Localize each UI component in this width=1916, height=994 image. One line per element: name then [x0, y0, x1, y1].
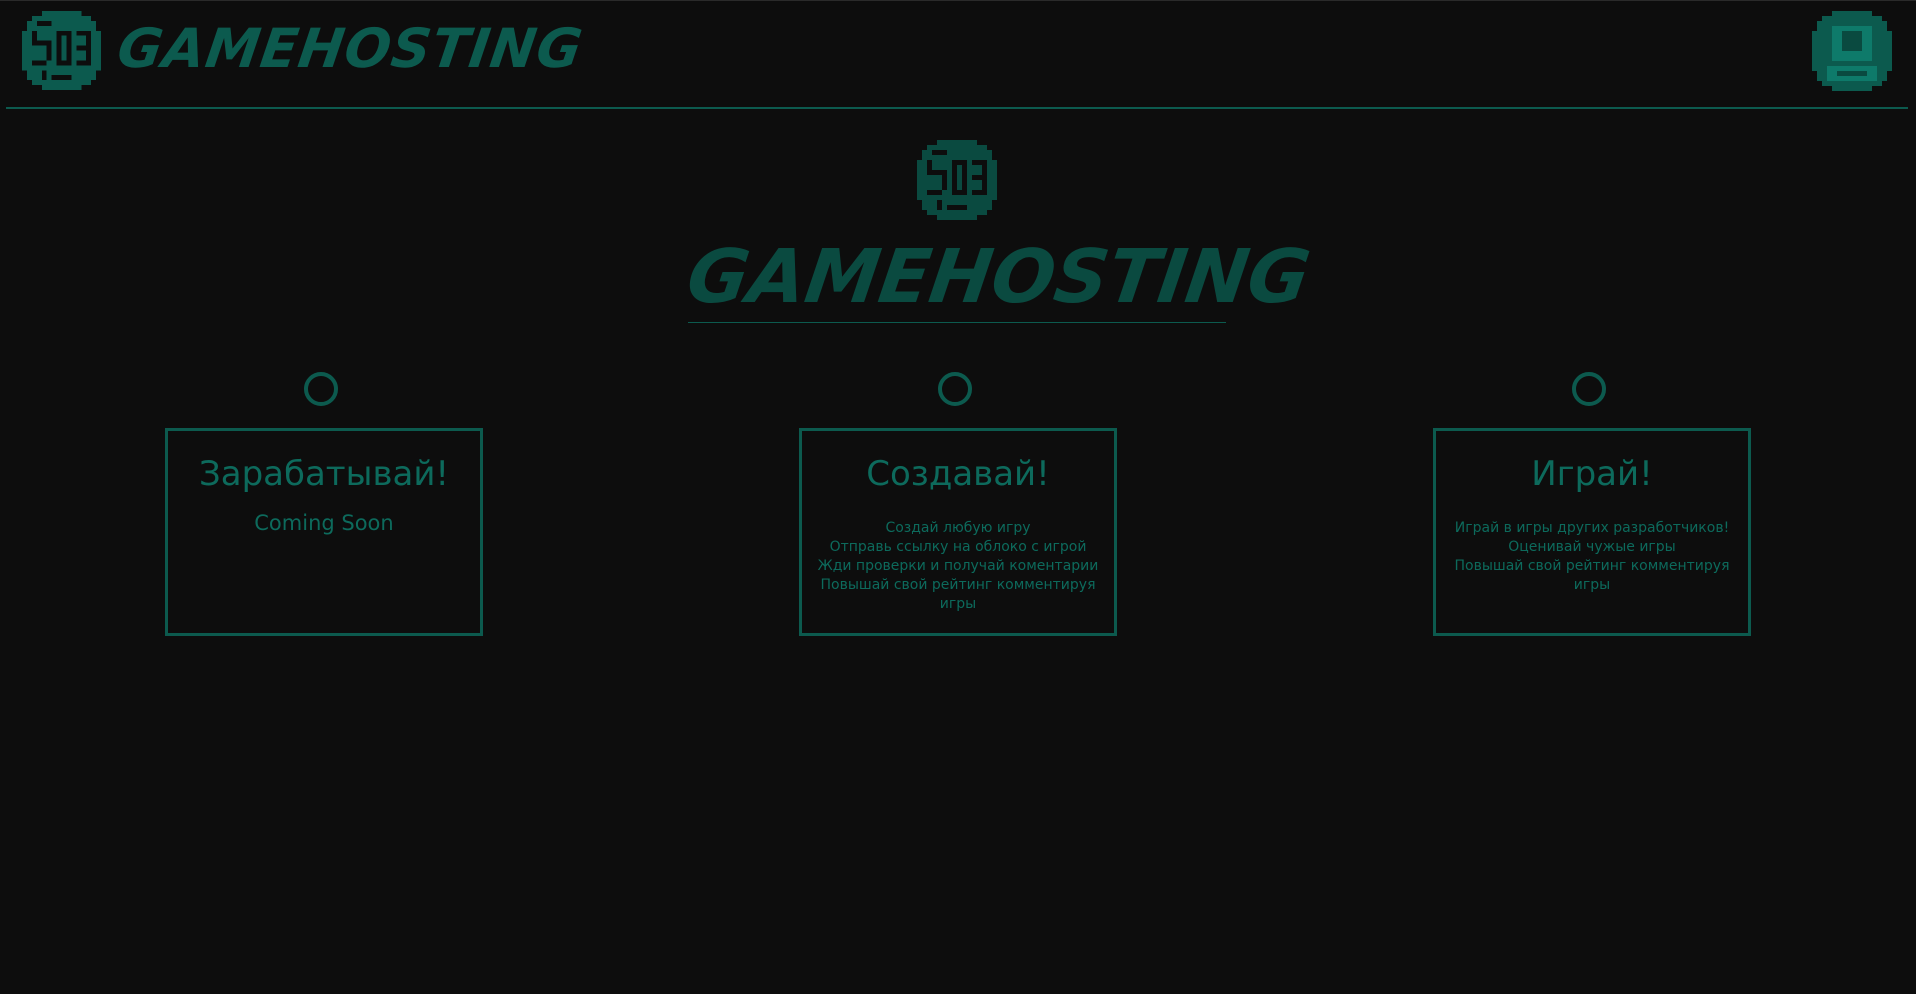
feature-line: Повышай свой рейтинг комментируя	[1454, 558, 1730, 574]
feature-card: Играй! Играй в игры других разработчиков…	[1433, 428, 1751, 636]
feature-coming-soon: Coming Soon	[254, 511, 394, 535]
feature-line: Отправь ссылку на облоко с игрой	[829, 539, 1087, 555]
feature-description: Создай любую игру Отправь ссылку на обло…	[802, 519, 1114, 614]
circle-icon	[1572, 372, 1606, 406]
hero-title: GAMEHOSTING	[681, 234, 1316, 320]
feature-title: Играй!	[1531, 454, 1653, 494]
feature-title: Зарабатывай!	[198, 454, 450, 494]
feature-card: Зарабатывай! Coming Soon	[165, 428, 483, 636]
gamehosting-logo-icon[interactable]	[22, 11, 101, 90]
feature-line: Создай любую игру	[885, 520, 1031, 536]
feature-line: Повышай свой рейтинг комментируя	[820, 577, 1096, 593]
header-divider	[6, 107, 1908, 109]
hero-divider	[688, 322, 1226, 323]
header-brand-title[interactable]: GAMEHOSTING	[113, 13, 587, 85]
site-header: GAMEHOSTING	[0, 1, 1916, 109]
user-avatar-icon[interactable]	[1812, 11, 1892, 91]
gamehosting-logo-icon	[917, 140, 997, 220]
feature-description: Играй в игры других разработчиков! Оцени…	[1436, 519, 1748, 595]
feature-line: игры	[939, 596, 977, 612]
feature-card: Создавай! Создай любую игру Отправь ссыл…	[799, 428, 1117, 636]
feature-line: Жди проверки и получай коментарии	[817, 558, 1099, 574]
feature-line: Оценивай чужые игры	[1508, 539, 1676, 555]
feature-line: Играй в игры других разработчиков!	[1454, 520, 1730, 536]
circle-icon	[938, 372, 972, 406]
feature-line: игры	[1573, 577, 1611, 593]
page: GAMEHOSTING GAMEHOSTING Зарабатывай! Com…	[0, 0, 1916, 994]
feature-title: Создавай!	[866, 454, 1050, 494]
circle-icon	[304, 372, 338, 406]
